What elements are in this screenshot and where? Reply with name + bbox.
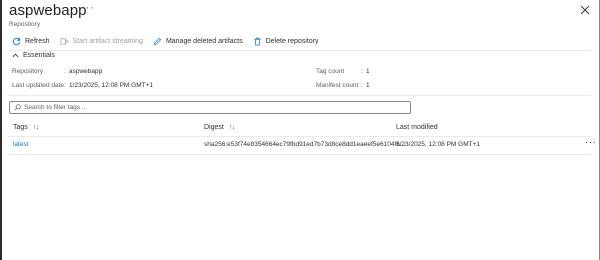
delete-repository-label: Delete repository [265, 37, 319, 45]
delete-repository-button[interactable]: Delete repository [253, 37, 319, 46]
repository-value: aspwebapp [69, 68, 103, 75]
start-artifact-streaming-button[interactable]: Start artifact streaming [60, 37, 143, 46]
digest-value: sha256:e53f74e8354664ec79fbd91ed7b73d8ce… [204, 141, 406, 148]
column-last-modified-label: Last modified [396, 124, 438, 131]
colon: : [361, 82, 363, 89]
filter-tags-input[interactable]: Search to filter tags ... [9, 101, 411, 114]
colon: : [361, 68, 363, 75]
search-icon [14, 104, 21, 111]
close-icon[interactable] [580, 5, 590, 15]
refresh-icon [12, 37, 21, 45]
page-subtitle: Repository [9, 21, 41, 28]
column-header-digest[interactable]: Digest ↑↓ [204, 124, 235, 131]
start-streaming-label: Start artifact streaming [72, 37, 143, 45]
manage-deleted-artifacts-button[interactable]: Manage deleted artifacts [153, 37, 243, 46]
essentials-divider [7, 95, 591, 96]
streaming-icon [60, 37, 69, 45]
page-title: aspwebapp [9, 2, 87, 19]
repository-label: Repository [12, 68, 44, 75]
manifest-count-value: 1 [366, 82, 370, 89]
column-tags-label: Tags [13, 124, 28, 131]
essentials-heading: Essentials [23, 52, 55, 59]
column-header-last-modified[interactable]: Last modified [396, 124, 438, 131]
tag-count-value: 1 [366, 68, 370, 75]
row-more-icon[interactable]: ··· [585, 137, 597, 148]
manage-deleted-label: Manage deleted artifacts [165, 37, 243, 45]
column-header-tags[interactable]: Tags ↑↓ [13, 124, 39, 131]
table-row-divider [7, 154, 591, 155]
last-updated-value: 1/23/2025, 12:08 PM GMT+1 [69, 82, 154, 89]
last-updated-label: Last updated date [12, 82, 65, 89]
page-header: aspwebapp ··· Repository [9, 2, 590, 30]
command-bar: Refresh Start artifact streaming Manage … [12, 34, 329, 48]
tag-link[interactable]: latest [13, 141, 29, 148]
edit-icon [153, 37, 162, 45]
toolbar-divider [7, 50, 591, 51]
trash-icon [253, 37, 261, 45]
chevron-up-icon [12, 53, 19, 58]
last-modified-value: 1/23/2025, 12:08 PM GMT+1 [396, 141, 481, 148]
sort-icon: ↑↓ [228, 124, 236, 131]
more-options-icon[interactable]: ··· [81, 2, 95, 14]
filter-placeholder: Search to filter tags ... [24, 104, 88, 111]
column-digest-label: Digest [204, 124, 224, 131]
tag-count-label: Tag count [316, 68, 345, 75]
manifest-count-label: Manifest count [316, 82, 359, 89]
refresh-label: Refresh [25, 37, 50, 45]
window-edge-left [0, 0, 2, 260]
colon: : [64, 82, 66, 89]
refresh-button[interactable]: Refresh [12, 37, 50, 46]
sort-icon: ↑↓ [32, 124, 40, 131]
essentials-toggle[interactable]: Essentials [12, 52, 55, 59]
table-header-divider [7, 136, 591, 137]
colon: : [64, 68, 66, 75]
